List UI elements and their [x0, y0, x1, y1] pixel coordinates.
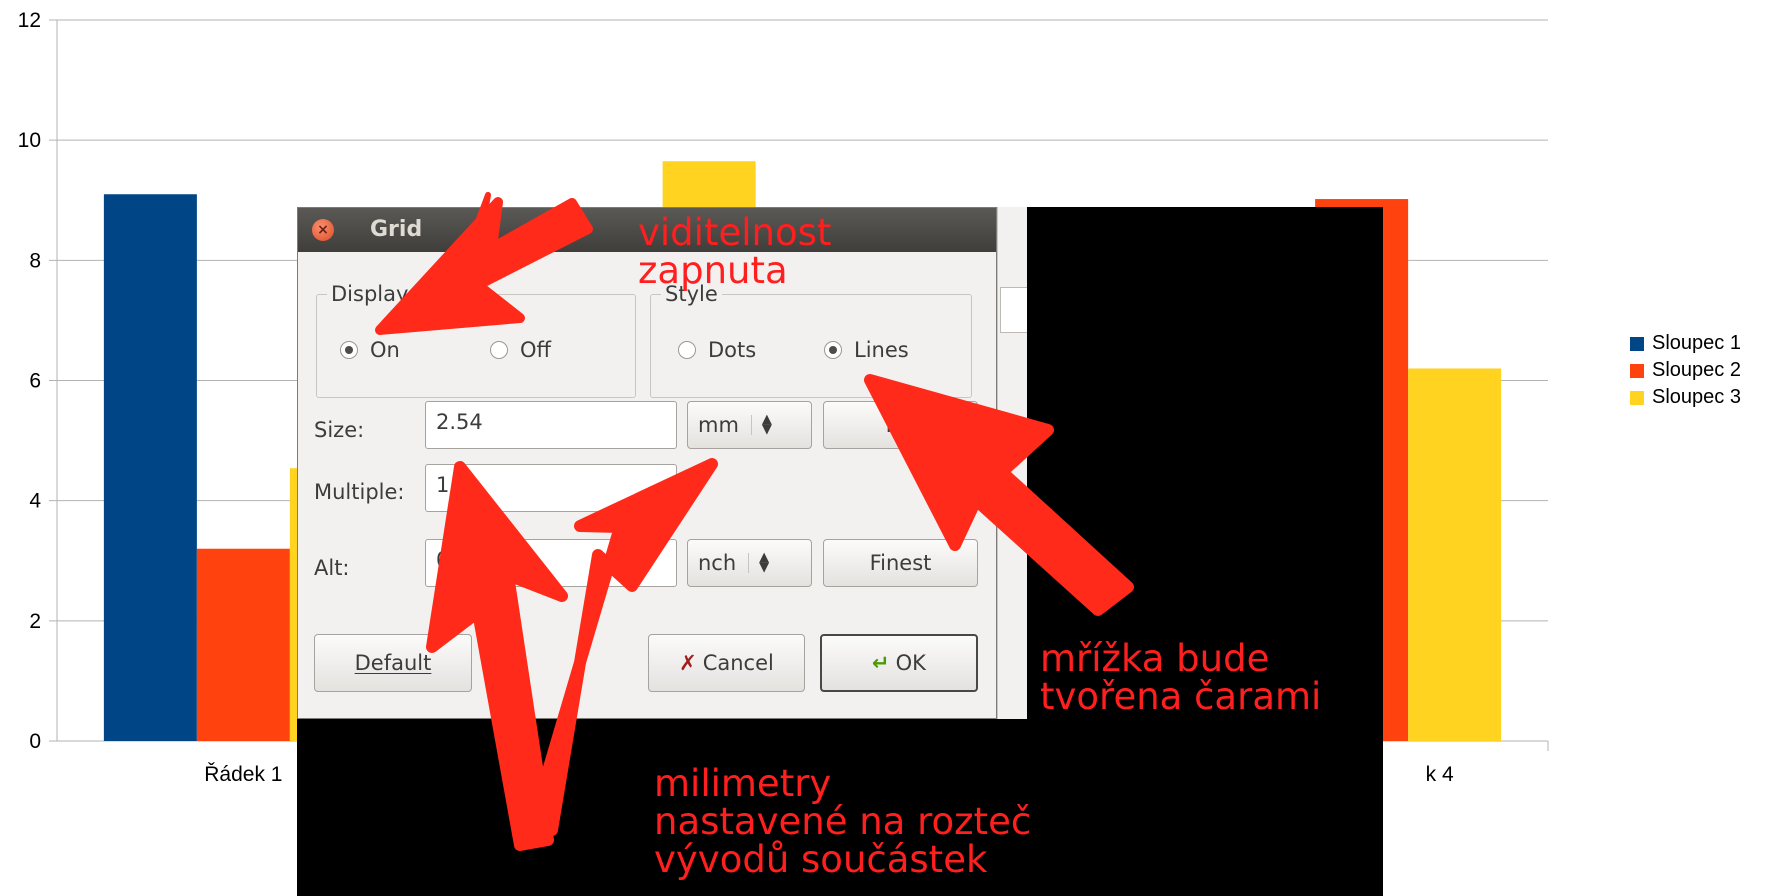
size-fine-label: Fin: [885, 413, 916, 437]
cancel-button-label: Cancel: [702, 651, 774, 675]
y-tick-label: 8: [29, 249, 41, 272]
y-tick-label: 10: [18, 129, 41, 152]
size-input[interactable]: 2.54: [425, 401, 677, 449]
spin-arrows-icon: ▲ ▼: [748, 551, 769, 574]
y-tick-label: 2: [29, 610, 41, 633]
display-off-label: Off: [520, 338, 551, 362]
display-group-label: Display: [327, 282, 413, 306]
legend-label: Sloupec 3: [1652, 386, 1741, 408]
alt-finest-button[interactable]: Finest: [823, 539, 978, 587]
annotation-millimeters: milimetry nastavené na rozteč vývodů sou…: [654, 762, 1032, 881]
size-fine-button[interactable]: Fin: [823, 401, 978, 449]
style-lines-label: Lines: [854, 338, 909, 362]
alt-finest-label: Finest: [869, 551, 932, 575]
legend-label: Sloupec 1: [1652, 332, 1741, 354]
x-tick-label: k 4: [1426, 763, 1454, 786]
y-tick-label: 6: [29, 370, 41, 393]
ok-icon: ↵: [872, 651, 890, 675]
alt-unit-value: nch: [698, 551, 737, 575]
radio-checked-icon: [824, 341, 842, 359]
display-on-label: On: [370, 338, 400, 362]
annotation-lines: mřížka bude tvořena čarami: [1040, 637, 1322, 718]
radio-unchecked-icon: [490, 341, 508, 359]
ok-button[interactable]: ↵ OK: [820, 634, 978, 692]
legend-swatch: [1630, 390, 1644, 405]
x-tick-label: Řádek 1: [204, 763, 282, 786]
legend-item-series-1: Sloupec 1: [1630, 330, 1741, 357]
legend-item-series-2: Sloupec 2: [1630, 357, 1741, 384]
y-tick-label: 4: [29, 490, 41, 513]
legend-item-series-3: Sloupec 3: [1630, 384, 1741, 411]
annotation-visibility: viditelnost zapnuta: [638, 211, 832, 292]
cancel-icon: ✗: [679, 651, 697, 675]
alt-label: Alt:: [314, 556, 350, 580]
dialog-title: Grid: [370, 217, 423, 242]
size-label: Size:: [314, 418, 365, 442]
bar-1-1: [103, 194, 197, 741]
screenshot-window-edge: [997, 207, 1027, 719]
display-on-radio[interactable]: On: [340, 338, 400, 362]
close-icon[interactable]: ×: [312, 219, 334, 241]
legend-label: Sloupec 2: [1652, 359, 1741, 381]
multiple-input[interactable]: 1: [425, 464, 677, 512]
alt-input[interactable]: 0: [425, 539, 677, 587]
display-off-radio[interactable]: Off: [490, 338, 551, 362]
legend-swatch: [1630, 363, 1644, 378]
ok-button-label: OK: [895, 651, 926, 675]
legend-swatch: [1630, 336, 1644, 351]
style-dots-radio[interactable]: Dots: [678, 338, 756, 362]
bar-3-4: [1408, 368, 1502, 741]
style-lines-radio[interactable]: Lines: [824, 338, 909, 362]
chart-legend: Sloupec 1 Sloupec 2 Sloupec 3: [1630, 330, 1741, 411]
y-tick-label: 0: [29, 730, 41, 753]
radio-checked-icon: [340, 341, 358, 359]
style-dots-label: Dots: [708, 338, 757, 362]
radio-unchecked-icon: [678, 341, 696, 359]
bar-2-1: [196, 548, 290, 741]
spin-arrows-icon: ▲ ▼: [750, 413, 772, 436]
screenshot-window-edge-field: [1000, 287, 1027, 333]
default-button[interactable]: Default: [314, 634, 472, 692]
cancel-button[interactable]: ✗ Cancel: [648, 634, 805, 692]
default-button-label: Default: [354, 651, 432, 675]
y-tick-label: 12: [18, 9, 41, 32]
size-unit-select[interactable]: mm ▲ ▼: [687, 401, 812, 449]
multiple-label: Multiple:: [314, 480, 405, 504]
alt-unit-select[interactable]: nch ▲ ▼: [687, 539, 812, 587]
size-unit-value: mm: [698, 413, 739, 437]
